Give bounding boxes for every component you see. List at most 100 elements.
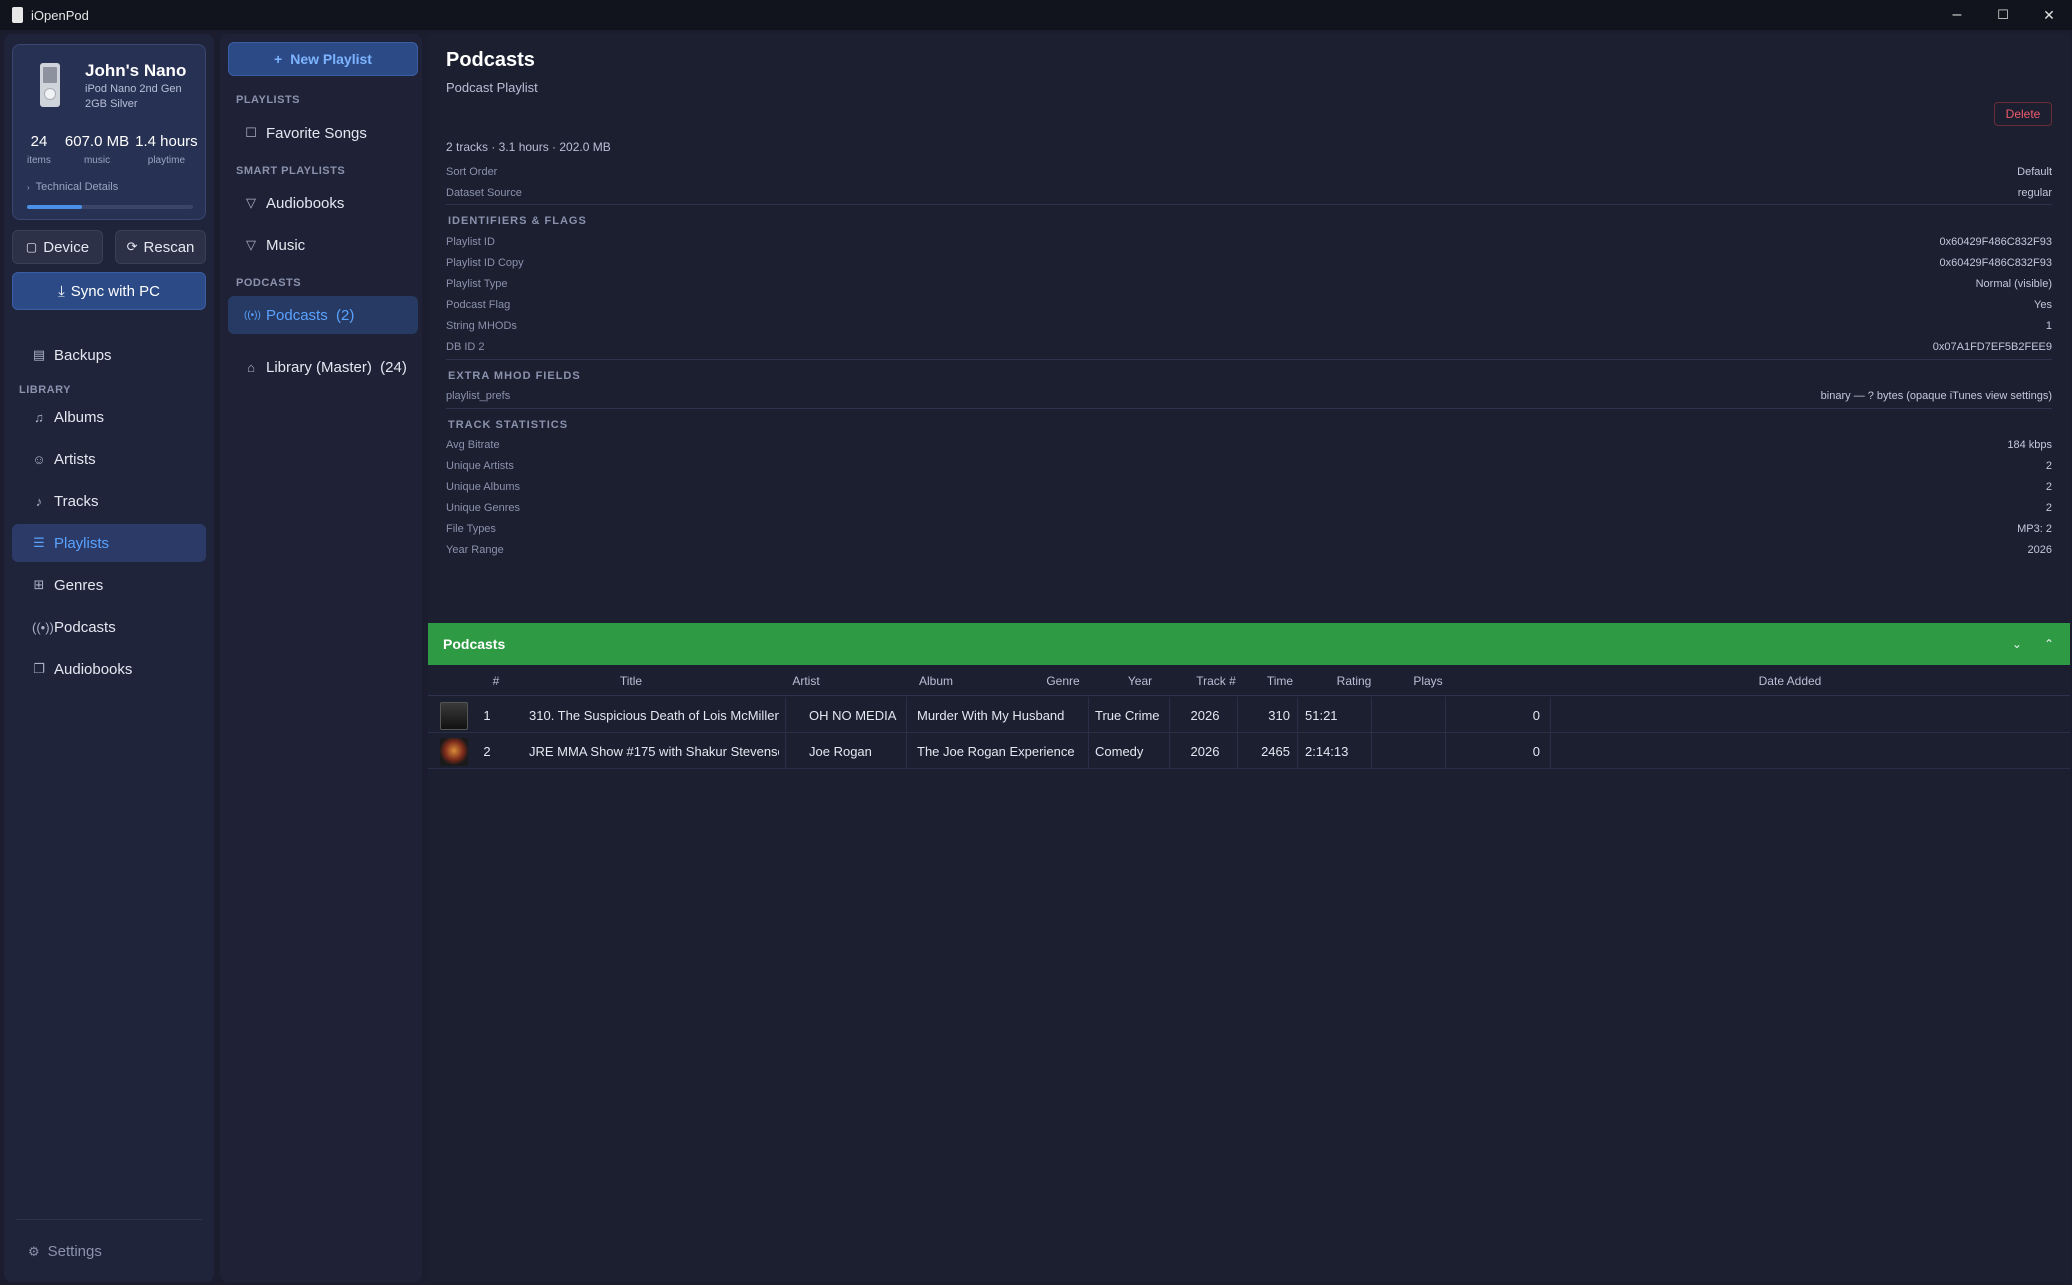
prop-row: Playlist ID 0x60429F486C832F93 (446, 235, 2052, 248)
device-icon: ▢ (25, 240, 38, 254)
sidebar-item-genres[interactable]: ⊞ Genres (12, 566, 206, 604)
prop-row: playlist_prefs binary — ? bytes (opaque i… (446, 389, 2052, 402)
cell-album: The Joe Rogan Experience (917, 743, 1075, 759)
cell-rating (1378, 733, 1434, 769)
section-extra-mhod: EXTRA MHOD FIELDS (448, 370, 581, 382)
prop-row: Unique Genres 2 (446, 501, 2052, 514)
playlist-library-master[interactable]: ⌂ Library (Master) (24) (228, 348, 418, 386)
storage-bar (27, 205, 193, 209)
maximize-button[interactable]: ☐ (1980, 0, 2026, 30)
cell-track-number: 310 (1268, 707, 1290, 723)
device-name: John's Nano (85, 61, 187, 80)
sidebar-item-playlists[interactable]: ☰ Playlists (12, 524, 206, 562)
prop-row: File Types MP3: 2 (446, 522, 2052, 535)
cell-date-added (1558, 733, 1958, 769)
cell-track-number: 2465 (1261, 743, 1290, 759)
podcast-icon: ((•)) (32, 619, 54, 635)
sidebar-item-tracks[interactable]: ♪ Tracks (12, 482, 206, 520)
ipod-icon (40, 63, 60, 107)
section-identifiers: IDENTIFIERS & FLAGS (448, 215, 587, 227)
playlist-list-panel: + New Playlist PLAYLISTS ☐ Favorite Songs … (220, 34, 422, 1282)
podcast-icon: ((•)) (244, 309, 261, 321)
music-note-icon: ♫ (34, 409, 44, 425)
playlist-favorite-songs[interactable]: ☐ Favorite Songs (228, 114, 418, 152)
sidebar-item-albums[interactable]: ♫ Albums (12, 398, 206, 436)
sidebar-item-podcasts[interactable]: ((•)) Podcasts (12, 608, 206, 646)
device-stats: 24 items 607.0 MB music 1.4 hours playtime (13, 133, 207, 166)
plus-icon: + (274, 51, 283, 67)
expand-button[interactable]: ⌃ (2044, 637, 2054, 651)
playlist-icon: ☰ (33, 535, 45, 550)
backups-button[interactable]: ▤ Backups (12, 336, 206, 374)
table-header: # Title Artist Album Genre Year Track # … (428, 666, 2070, 696)
cell-album: Murder With My Husband (917, 707, 1065, 723)
stat-playtime: 1.4 hours playtime (135, 133, 198, 166)
playlist-summary: 2 tracks · 3.1 hours · 202.0 MB (446, 140, 611, 154)
sidebar: John's Nano iPod Nano 2nd Gen 2GB Silver… (4, 34, 214, 1282)
cell-number: 1 (483, 707, 491, 723)
gear-icon: ⚙ (28, 1243, 40, 1259)
playlist-icon: ☐ (245, 125, 257, 140)
column-header-plays[interactable]: Plays (1400, 666, 1456, 696)
minimize-button[interactable]: – (1934, 0, 1980, 30)
download-icon: ⤓ (58, 282, 65, 300)
title-bar: iOpenPod – ☐ ✕ (0, 0, 2072, 30)
prop-row: Playlist Type Normal (visible) (446, 277, 2052, 290)
divider (446, 359, 2052, 360)
chevron-right-icon: › (27, 183, 30, 192)
cell-year: 2026 (1190, 743, 1220, 759)
column-header-date-added[interactable]: Date Added (1748, 666, 1832, 696)
column-header-rating[interactable]: Rating (1326, 666, 1382, 696)
device-button[interactable]: ▢ Device (12, 230, 103, 264)
playlists-section-label: PLAYLISTS (236, 94, 300, 106)
column-header-genre[interactable]: Genre (1038, 666, 1088, 696)
device-card[interactable]: John's Nano iPod Nano 2nd Gen 2GB Silver… (12, 44, 206, 220)
cell-number: 2 (483, 743, 491, 759)
prop-row: Sort Order Default (446, 165, 2052, 178)
home-icon: ⌂ (247, 359, 255, 375)
settings-button[interactable]: ⚙ Settings (28, 1243, 102, 1260)
cell-artist: Joe Rogan (809, 743, 872, 759)
close-button[interactable]: ✕ (2026, 0, 2072, 30)
divider (446, 408, 2052, 409)
table-row[interactable]: 1 310. The Suspicious Death of Lois McMi… (428, 697, 2070, 733)
filter-icon: ▽ (246, 237, 256, 252)
sync-button[interactable]: ⤓ Sync with PC (12, 272, 206, 310)
column-header-album[interactable]: Album (906, 666, 966, 696)
sidebar-item-artists[interactable]: ☺ Artists (12, 440, 206, 478)
page-title: Podcasts (446, 49, 535, 71)
cell-artist: OH NO MEDIA (809, 707, 897, 723)
column-header-title[interactable]: Title (518, 666, 744, 696)
archive-icon: ▤ (32, 347, 46, 362)
library-section-label: LIBRARY (19, 384, 71, 396)
cell-genre: True Crime (1095, 707, 1160, 723)
cell-plays: 0 (1532, 707, 1540, 723)
sidebar-item-audiobooks[interactable]: ❐ Audiobooks (12, 650, 206, 688)
prop-row: DB ID 2 0x07A1FD7EF5B2FEE9 (446, 340, 2052, 353)
collapse-button[interactable]: ⌄ (2012, 637, 2022, 651)
smart-playlists-section-label: SMART PLAYLISTS (236, 165, 346, 177)
cell-time: 51:21 (1305, 707, 1338, 723)
prop-row: Podcast Flag Yes (446, 298, 2052, 311)
cell-time: 2:14:13 (1305, 743, 1349, 759)
app-title: iOpenPod (31, 7, 89, 23)
delete-button[interactable]: Delete (1994, 102, 2052, 126)
playlist-podcasts[interactable]: ((•)) Podcasts (2) (228, 296, 418, 334)
new-playlist-button[interactable]: + New Playlist (228, 42, 418, 76)
smart-playlist-music[interactable]: ▽ Music (228, 226, 418, 264)
column-header-number[interactable]: # (482, 666, 510, 696)
device-model: iPod Nano 2nd Gen (85, 83, 182, 95)
prop-row: Playlist ID Copy 0x60429F486C832F93 (446, 256, 2052, 269)
table-row[interactable]: 2 JRE MMA Show #175 with Shakur Stevenso… (428, 733, 2070, 769)
filter-icon: ▽ (246, 195, 256, 210)
column-header-time[interactable]: Time (1252, 666, 1308, 696)
column-header-year[interactable]: Year (1118, 666, 1162, 696)
music-note-icon: ♪ (35, 493, 43, 509)
rescan-button[interactable]: ⟳ Rescan (115, 230, 206, 264)
smart-playlist-audiobooks[interactable]: ▽ Audiobooks (228, 184, 418, 222)
column-header-track-number[interactable]: Track # (1188, 666, 1244, 696)
person-icon: ☺ (32, 451, 46, 467)
technical-details-toggle[interactable]: › Technical Details (27, 181, 118, 193)
device-capacity: 2GB Silver (85, 98, 138, 110)
cell-genre: Comedy (1095, 743, 1144, 759)
